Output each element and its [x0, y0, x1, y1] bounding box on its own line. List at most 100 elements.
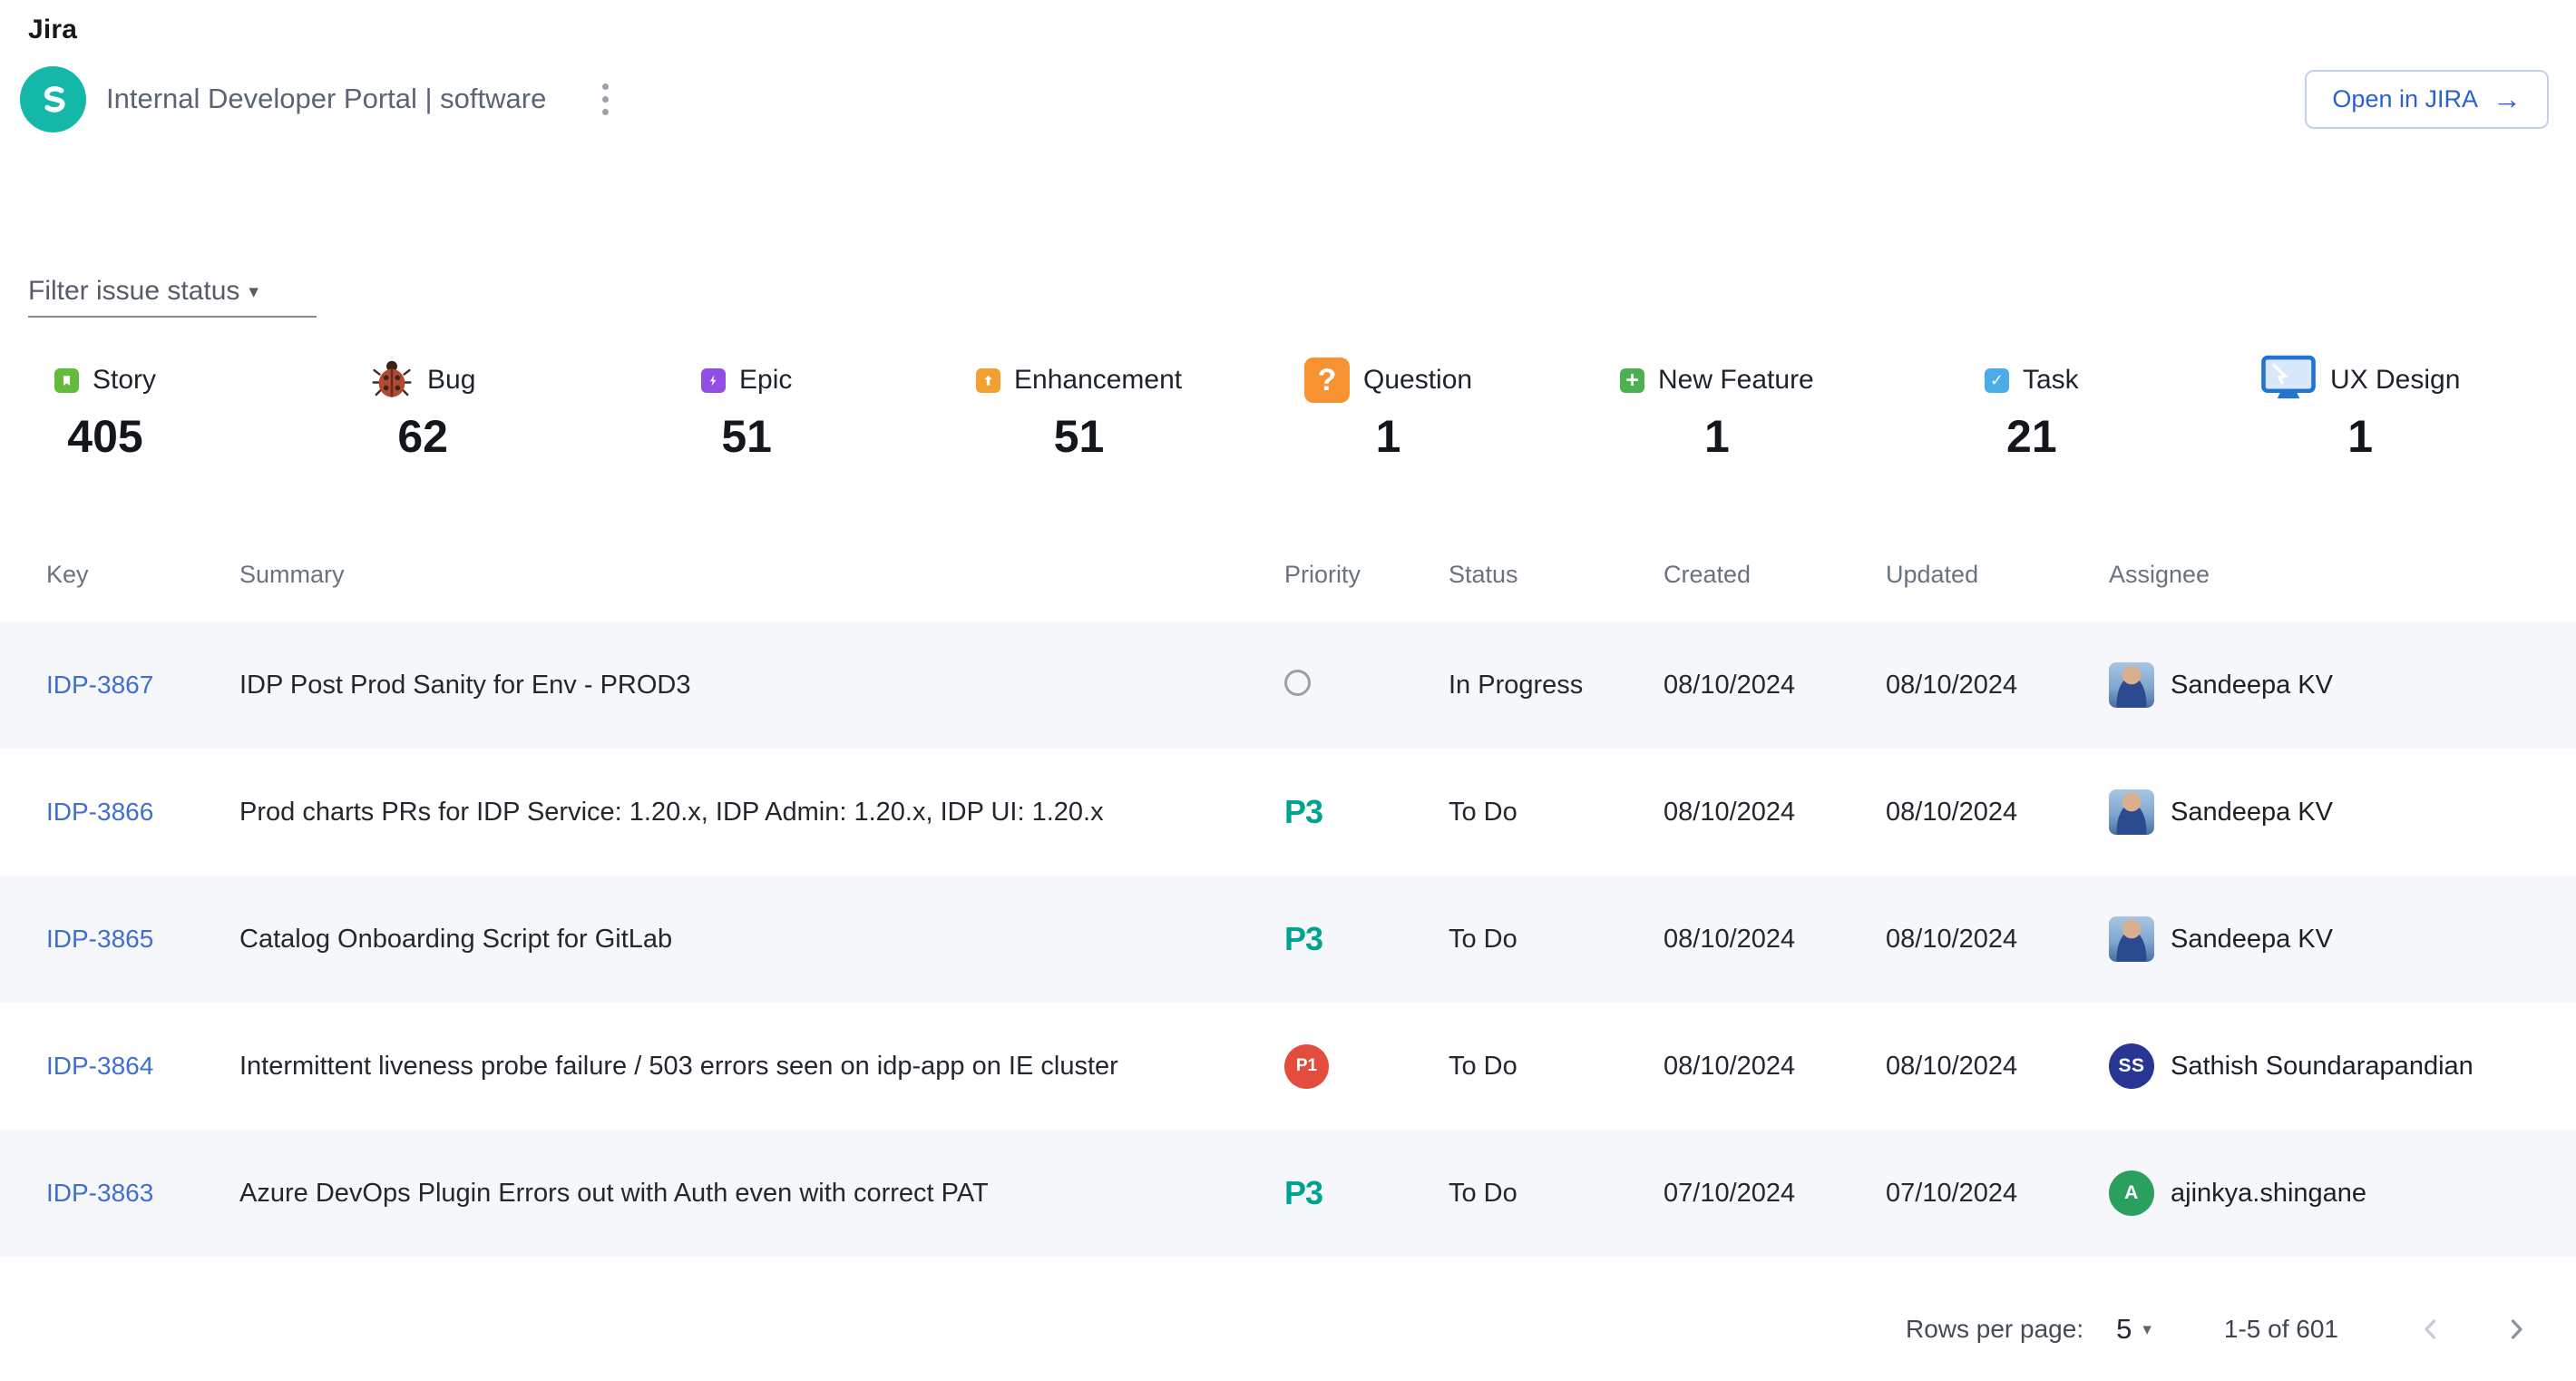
- issue-created-date: 08/10/2024: [1664, 925, 1886, 955]
- assignee-name: Sandeepa KV: [2171, 798, 2333, 828]
- arrow-right-icon: →: [2493, 84, 2522, 113]
- priority-icon: P3: [1284, 920, 1322, 958]
- project-name: Internal Developer Portal | software: [106, 83, 546, 115]
- issue-key-link[interactable]: IDP-3864: [46, 1052, 153, 1080]
- issue-created-date: 08/10/2024: [1664, 798, 1886, 828]
- open-in-jira-button[interactable]: Open in JIRA →: [2305, 70, 2549, 129]
- counter-count: 51: [721, 410, 772, 463]
- column-header-key: Key: [46, 561, 239, 589]
- enhancement-icon: [976, 368, 1000, 393]
- chevron-left-icon: [2415, 1313, 2447, 1346]
- issue-updated-date: 08/10/2024: [1886, 1052, 2109, 1082]
- project-header: Internal Developer Portal | software Ope…: [0, 65, 2576, 132]
- assignee-avatar: SS: [2109, 1043, 2154, 1089]
- issue-counter: Story 405: [54, 356, 156, 463]
- counter-count: 1: [2347, 410, 2373, 463]
- column-header-created: Created: [1664, 561, 1886, 589]
- pagination-next-button[interactable]: [2494, 1308, 2538, 1351]
- issue-created-date: 08/10/2024: [1664, 671, 1886, 700]
- assignee-name: ajinkya.shingane: [2171, 1179, 2366, 1209]
- priority-icon: [1284, 670, 1311, 696]
- kebab-dot: [602, 83, 609, 90]
- pagination-range-label: 1-5 of 601: [2224, 1315, 2338, 1344]
- issue-updated-date: 08/10/2024: [1886, 925, 2109, 955]
- bug-icon: [370, 357, 414, 405]
- issue-created-date: 08/10/2024: [1664, 1052, 1886, 1082]
- issue-status: To Do: [1449, 925, 1664, 955]
- counter-count: 51: [1054, 410, 1105, 463]
- counter-label: Bug: [427, 365, 475, 396]
- issue-summary: Prod charts PRs for IDP Service: 1.20.x,…: [239, 798, 1284, 828]
- question-icon: ?: [1304, 357, 1350, 403]
- ux-design-icon: [2260, 355, 2317, 406]
- issue-status: To Do: [1449, 1052, 1664, 1082]
- issue-key-link[interactable]: IDP-3863: [46, 1179, 153, 1207]
- new-feature-icon: +: [1620, 368, 1644, 393]
- rows-per-page-label: Rows per page:: [1906, 1315, 2083, 1344]
- rows-per-page-select[interactable]: 5 ▾: [2116, 1313, 2152, 1346]
- filter-issue-status-label: Filter issue status: [28, 276, 239, 307]
- epic-icon: [701, 368, 726, 393]
- issue-counter: Bug 62: [370, 356, 475, 463]
- chevron-down-icon: ▾: [2142, 1319, 2152, 1340]
- issue-counter: + New Feature 1: [1620, 356, 1814, 463]
- chevron-right-icon: [2500, 1313, 2532, 1346]
- column-header-updated: Updated: [1886, 561, 2109, 589]
- issue-updated-date: 08/10/2024: [1886, 798, 2109, 828]
- issue-status: To Do: [1449, 1179, 1664, 1209]
- table-row: IDP-3866 Prod charts PRs for IDP Service…: [0, 749, 2576, 876]
- issue-updated-date: 08/10/2024: [1886, 671, 2109, 700]
- counter-label: Epic: [739, 365, 792, 396]
- assignee-avatar: A: [2109, 1170, 2154, 1216]
- filter-issue-status-select[interactable]: Filter issue status ▾: [28, 276, 317, 318]
- page-title: Jira: [28, 15, 2576, 45]
- issue-counter: Enhancement 51: [976, 356, 1182, 463]
- pagination-prev-button[interactable]: [2409, 1308, 2453, 1351]
- issue-summary: Catalog Onboarding Script for GitLab: [239, 925, 1284, 955]
- issue-summary: Azure DevOps Plugin Errors out with Auth…: [239, 1179, 1284, 1209]
- rows-per-page-value: 5: [2116, 1313, 2132, 1346]
- table-row: IDP-3864 Intermittent liveness probe fai…: [0, 1003, 2576, 1130]
- issue-summary: Intermittent liveness probe failure / 50…: [239, 1052, 1284, 1082]
- priority-icon: P3: [1284, 793, 1322, 831]
- counter-count: 21: [2006, 410, 2057, 463]
- assignee-name: Sandeepa KV: [2171, 925, 2333, 955]
- issue-status: To Do: [1449, 798, 1664, 828]
- counter-label: Task: [2023, 365, 2079, 396]
- issue-created-date: 07/10/2024: [1664, 1179, 1886, 1209]
- issue-status: In Progress: [1449, 671, 1664, 700]
- issue-table-body: IDP-3867 IDP Post Prod Sanity for Env - …: [0, 622, 2576, 1257]
- assignee-avatar: [2109, 916, 2154, 962]
- task-icon: ✓: [1985, 368, 2009, 393]
- pagination-bar: Rows per page: 5 ▾ 1-5 of 601: [0, 1308, 2576, 1351]
- issue-key-link[interactable]: IDP-3866: [46, 798, 153, 826]
- kebab-dot: [602, 109, 609, 115]
- issue-key-link[interactable]: IDP-3867: [46, 671, 153, 699]
- assignee-avatar: [2109, 662, 2154, 708]
- counter-count: 1: [1704, 410, 1730, 463]
- table-header-row: Key Summary Priority Status Created Upda…: [0, 561, 2576, 589]
- issue-counter: Epic 51: [701, 356, 792, 463]
- counter-count: 1: [1376, 410, 1401, 463]
- issue-counters: Story 405 Bug 62 Epic 51 Enhancement 51 …: [0, 356, 2576, 466]
- table-row: IDP-3867 IDP Post Prod Sanity for Env - …: [0, 622, 2576, 749]
- table-row: IDP-3863 Azure DevOps Plugin Errors out …: [0, 1130, 2576, 1257]
- issue-key-link[interactable]: IDP-3865: [46, 925, 153, 953]
- counter-label: Story: [93, 365, 156, 396]
- assignee-name: Sathish Soundarapandian: [2171, 1052, 2474, 1082]
- project-logo-icon: [34, 79, 73, 119]
- story-icon: [54, 368, 79, 393]
- counter-label: Question: [1363, 365, 1472, 396]
- assignee-name: Sandeepa KV: [2171, 671, 2333, 700]
- priority-icon: P3: [1284, 1174, 1322, 1212]
- chevron-down-icon: ▾: [249, 280, 259, 303]
- counter-count: 405: [67, 410, 142, 463]
- kebab-menu-button[interactable]: [593, 74, 618, 124]
- column-header-assignee: Assignee: [2109, 561, 2576, 589]
- column-header-priority: Priority: [1284, 561, 1449, 589]
- open-in-jira-label: Open in JIRA: [2332, 85, 2478, 113]
- issue-summary: IDP Post Prod Sanity for Env - PROD3: [239, 671, 1284, 700]
- kebab-dot: [602, 96, 609, 103]
- issue-updated-date: 07/10/2024: [1886, 1179, 2109, 1209]
- table-row: IDP-3865 Catalog Onboarding Script for G…: [0, 876, 2576, 1003]
